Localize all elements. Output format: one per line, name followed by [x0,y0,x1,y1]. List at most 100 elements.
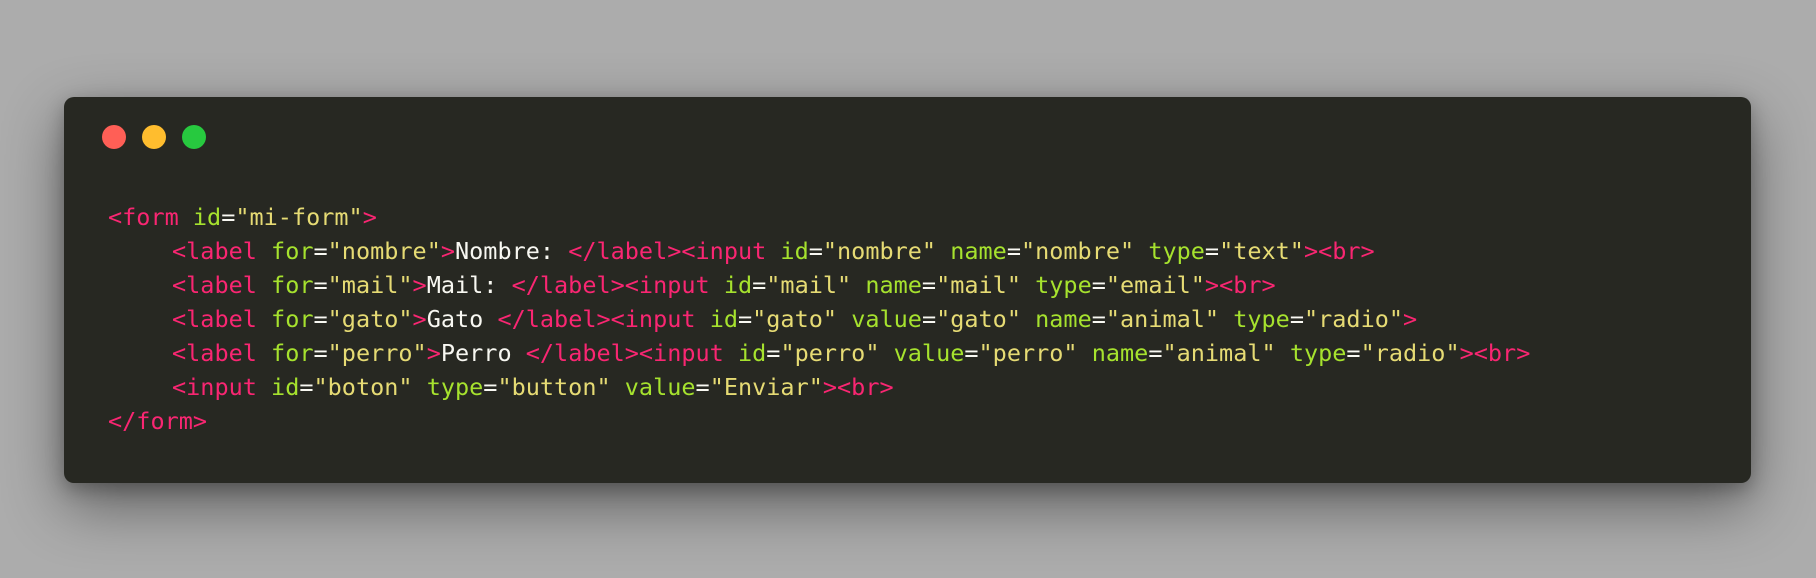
code-token-str: "perro" [327,339,427,367]
code-token-tag: > [412,271,427,299]
code-token-tag: <label [172,305,272,333]
code-token-txt: = [1006,237,1021,265]
code-token-txt: = [1346,339,1361,367]
code-token-str: "radio" [1303,305,1404,333]
code-token-txt: = [1148,339,1163,367]
code-token-str: "radio" [1360,339,1460,367]
code-token-attr: type [426,373,484,401]
code-token-txt: = [313,271,328,299]
code-block: <form id="mi-form"> <label for="nombre">N… [108,200,1530,438]
code-token-str: "gato" [327,305,413,333]
code-token-attr: type [1289,339,1347,367]
code-token-txt: = [1289,305,1304,333]
code-token-txt: = [921,271,937,299]
code-token-attr: id [723,271,753,299]
code-token-attr: name [1035,305,1092,333]
code-token-tag: </label><input [497,305,710,333]
code-token-txt: = [313,237,328,265]
code-token-attr: type [1233,305,1290,333]
code-token-txt: = [695,373,710,401]
code-token-str: "button" [497,373,625,401]
code-token-str: "perro" [978,339,1092,367]
code-token-tag: </label><input [511,271,724,299]
code-token-tag: > [412,305,427,333]
code-token-str: "nombre" [822,237,951,265]
code-token-str: "boton" [313,373,427,401]
code-line: </form> [108,404,1530,438]
code-token-str: "gato" [752,305,852,333]
code-token-attr: value [624,373,696,401]
code-token-str: "nombre" [327,237,441,265]
code-token-txt: = [1091,305,1106,333]
code-line: <form id="mi-form"> [108,200,1530,234]
code-token-txt: Gato [426,305,498,333]
code-token-attr: for [271,271,314,299]
code-line: <label for="gato">Gato </label><input id… [108,302,1530,336]
code-token-attr: name [1091,339,1149,367]
code-window: <form id="mi-form"> <label for="nombre">N… [64,97,1751,483]
code-token-str: "animal" [1105,305,1234,333]
code-token-str: "mail" [936,271,1036,299]
code-line: <label for="nombre">Nombre: </label><inp… [108,234,1530,268]
code-token-str: "email" [1105,271,1205,299]
code-token-tag: ><br> [1204,271,1276,299]
minimize-window-icon[interactable] [142,125,166,149]
code-token-str: "gato" [936,305,1036,333]
code-token-txt: = [752,271,767,299]
code-token-txt: = [313,339,328,367]
code-token-txt: Mail: [426,271,512,299]
code-token-attr: for [271,305,314,333]
code-token-attr: id [271,373,300,401]
code-token-str: "mi-form" [235,203,363,231]
code-token-attr: type [1148,237,1205,265]
code-token-attr: id [780,237,809,265]
code-token-str: "Enviar" [709,373,823,401]
code-token-tag: > [440,237,455,265]
code-token-txt: Perro [440,339,526,367]
code-token-tag: <label [172,237,272,265]
code-token-tag: > [426,339,441,367]
code-token-txt: = [1204,237,1220,265]
code-token-attr: type [1035,271,1092,299]
code-token-tag: </label><input [568,237,781,265]
code-token-txt: = [1091,271,1106,299]
code-token-str: "animal" [1162,339,1290,367]
code-line: <input id="boton" type="button" value="E… [108,370,1530,404]
code-token-str: "mail" [766,271,866,299]
code-token-tag: </label><input [525,339,738,367]
close-window-icon[interactable] [102,125,126,149]
code-token-tag: </form> [108,407,208,435]
code-token-txt: Nombre: [455,237,569,265]
code-token-tag: > [362,203,377,231]
code-token-attr: name [950,237,1007,265]
code-token-tag: <label [172,339,272,367]
code-token-attr: for [271,339,314,367]
code-token-tag: <input [172,373,272,401]
code-token-tag: ><br> [1459,339,1531,367]
code-token-txt: = [766,339,781,367]
code-token-attr: value [893,339,965,367]
code-token-str: "nombre" [1020,237,1149,265]
code-token-txt: = [313,305,328,333]
window-controls [102,125,206,149]
code-token-attr: value [851,305,922,333]
code-token-str: "perro" [780,339,894,367]
code-token-txt: = [483,373,498,401]
code-token-txt: = [737,305,753,333]
code-line: <label for="mail">Mail: </label><input i… [108,268,1530,302]
code-token-attr: id [737,339,767,367]
code-token-txt: = [808,237,823,265]
code-token-tag: ><br> [822,373,894,401]
maximize-window-icon[interactable] [182,125,206,149]
code-token-tag: ><br> [1303,237,1375,265]
code-token-txt: = [299,373,314,401]
code-token-str: "mail" [327,271,413,299]
code-token-str: "text" [1219,237,1304,265]
code-token-txt: = [964,339,979,367]
code-token-txt: = [921,305,937,333]
code-token-attr: id [192,203,222,231]
code-token-attr: for [271,237,314,265]
code-token-txt: = [221,203,236,231]
code-token-attr: name [865,271,922,299]
code-token-tag: <label [172,271,272,299]
